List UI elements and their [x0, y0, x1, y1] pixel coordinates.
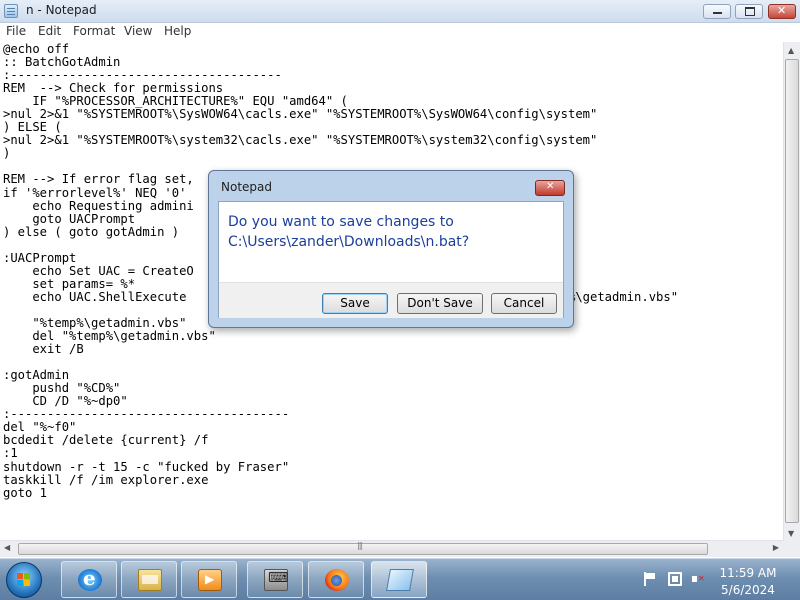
taskbar: 11:59 AM 5/6/2024: [0, 558, 800, 600]
menu-file[interactable]: File: [6, 24, 26, 38]
dialog-body: Do you want to save changes to C:\Users\…: [218, 201, 564, 318]
menu-edit[interactable]: Edit: [38, 24, 61, 38]
cancel-button[interactable]: Cancel: [491, 293, 557, 314]
close-button[interactable]: [768, 4, 796, 19]
dialog-title: Notepad: [221, 180, 272, 194]
control-panel-icon: [264, 569, 288, 591]
taskbar-explorer[interactable]: [121, 561, 177, 598]
volume-muted-icon[interactable]: [691, 572, 705, 586]
notepad-icon: [386, 569, 414, 591]
scroll-right-icon[interactable]: ▶: [773, 543, 779, 552]
dialog-message: Do you want to save changes to C:\Users\…: [228, 214, 470, 250]
internet-explorer-icon: [78, 566, 102, 591]
size-grip[interactable]: [783, 540, 800, 557]
title-bar[interactable]: n - Notepad: [0, 0, 800, 23]
horizontal-scrollbar[interactable]: ◀ ▶: [0, 540, 783, 557]
action-center-flag-icon[interactable]: [642, 572, 656, 586]
taskbar-internet-explorer[interactable]: [61, 561, 117, 598]
firefox-icon: [325, 569, 349, 591]
menu-view[interactable]: View: [124, 24, 152, 38]
menu-bar: File Edit Format View Help: [0, 23, 800, 41]
windows-logo-icon: [17, 573, 31, 587]
system-clock[interactable]: 11:59 AM 5/6/2024: [708, 565, 788, 599]
scroll-up-icon[interactable]: ▲: [788, 46, 794, 55]
clock-time: 11:59 AM: [719, 566, 777, 580]
taskbar-notepad[interactable]: [371, 561, 427, 598]
window-title: n - Notepad: [26, 3, 97, 17]
dont-save-button[interactable]: Don't Save: [397, 293, 483, 314]
dialog-close-button[interactable]: [535, 180, 565, 196]
media-player-icon: [198, 569, 222, 591]
folder-icon: [138, 569, 162, 591]
horizontal-scroll-thumb[interactable]: [18, 541, 708, 555]
maximize-button[interactable]: [735, 4, 763, 19]
taskbar-firefox[interactable]: [308, 561, 364, 598]
dialog-footer: Save Don't Save Cancel: [219, 282, 563, 318]
vertical-scrollbar[interactable]: ▲ ▼: [783, 42, 800, 540]
save-button[interactable]: Save: [322, 293, 388, 314]
menu-help[interactable]: Help: [164, 24, 191, 38]
vertical-scroll-thumb[interactable]: [785, 59, 799, 523]
save-changes-dialog: Notepad Do you want to save changes to C…: [208, 170, 574, 328]
taskbar-media-player[interactable]: [181, 561, 237, 598]
start-button[interactable]: [6, 562, 42, 598]
notepad-app-icon: [4, 4, 18, 18]
menu-format[interactable]: Format: [73, 24, 115, 38]
scroll-left-icon[interactable]: ◀: [4, 543, 10, 552]
minimize-button[interactable]: [703, 4, 731, 19]
network-icon[interactable]: [668, 572, 682, 586]
taskbar-control-panel[interactable]: [247, 561, 303, 598]
scroll-down-icon[interactable]: ▼: [788, 529, 794, 538]
clock-date: 5/6/2024: [721, 583, 775, 597]
